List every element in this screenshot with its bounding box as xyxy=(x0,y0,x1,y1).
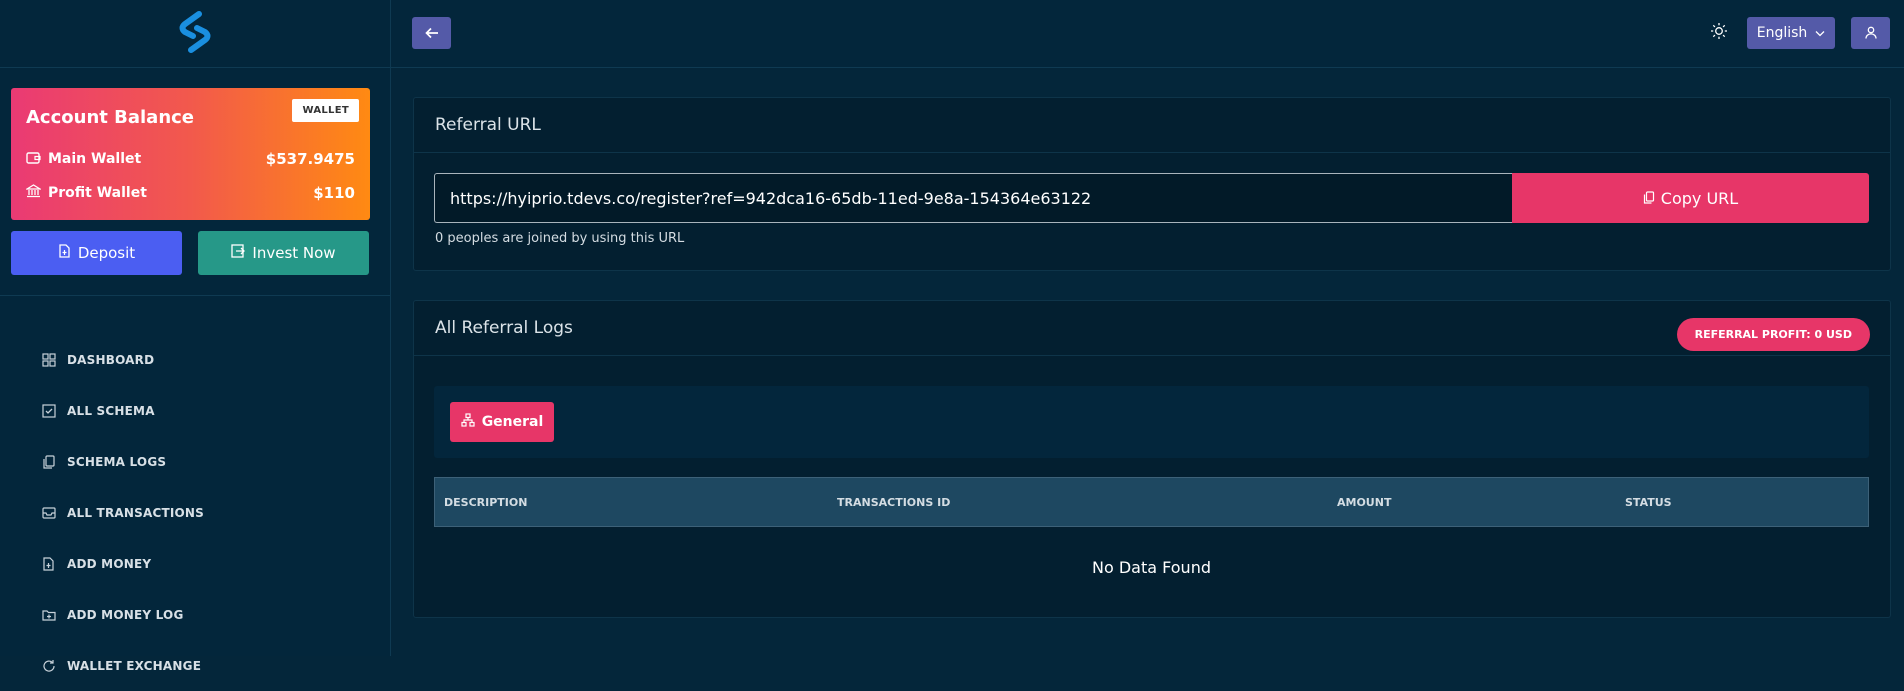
theme-toggle-sun-icon[interactable] xyxy=(1710,22,1728,44)
copy-url-button[interactable]: Copy URL xyxy=(1512,173,1869,223)
sidebar: Account Balance WALLET Main Wallet $537.… xyxy=(0,0,391,673)
sidebar-item-label: DASHBOARD xyxy=(67,352,155,367)
referral-logs-card: All Referral Logs REFERRAL PROFIT: 0 USD… xyxy=(413,300,1891,618)
wallet-badge[interactable]: WALLET xyxy=(292,99,359,122)
checkbox-icon xyxy=(40,403,58,418)
referral-joined-text: 0 peoples are joined by using this URL xyxy=(435,231,685,246)
language-select[interactable]: English xyxy=(1747,17,1835,49)
sidebar-nav: DASHBOARD ALL SCHEMA SCHEMA LOGS ALL TRA… xyxy=(40,334,204,691)
account-balance-title: Account Balance xyxy=(26,107,195,128)
sidebar-item-wallet-exchange[interactable]: WALLET EXCHANGE xyxy=(40,640,204,691)
sidebar-item-label: WALLET EXCHANGE xyxy=(67,658,202,673)
referral-url-card: Referral URL https://hyiprio.tdevs.co/re… xyxy=(413,97,1891,271)
column-transactions-id[interactable]: TRANSACTIONS ID xyxy=(837,496,950,509)
copy-icon xyxy=(1643,189,1655,208)
grid-icon xyxy=(40,352,58,367)
arrow-left-icon xyxy=(424,24,439,43)
wallet-icon xyxy=(26,151,41,168)
topbar: English xyxy=(391,0,1904,68)
user-menu-button[interactable] xyxy=(1851,17,1890,49)
sitemap-icon xyxy=(461,413,475,431)
main-wallet-value: $537.9475 xyxy=(265,150,355,168)
deposit-button[interactable]: Deposit xyxy=(11,231,182,275)
chevron-down-icon xyxy=(1815,25,1825,41)
table-header: DESCRIPTION TRANSACTIONS ID AMOUNT STATU… xyxy=(434,477,1869,527)
sidebar-item-label: ALL SCHEMA xyxy=(67,403,155,418)
sidebar-item-label: ALL TRANSACTIONS xyxy=(67,505,204,520)
copy-icon xyxy=(40,454,58,469)
brand-logo-icon[interactable] xyxy=(175,10,215,58)
invest-label: Invest Now xyxy=(252,244,336,262)
invest-now-button[interactable]: Invest Now xyxy=(198,231,369,275)
column-amount[interactable]: AMOUNT xyxy=(1337,496,1391,509)
back-button[interactable] xyxy=(412,17,451,49)
empty-state-text: No Data Found xyxy=(1092,558,1211,577)
file-icon xyxy=(58,244,71,262)
tab-general-label: General xyxy=(481,414,544,430)
folder-plus-icon xyxy=(40,608,58,622)
referral-profit-badge: REFERRAL PROFIT: 0 USD xyxy=(1676,318,1870,351)
sidebar-item-schema-logs[interactable]: SCHEMA LOGS xyxy=(40,436,204,487)
profit-wallet-row: Profit Wallet $110 xyxy=(24,184,355,202)
tab-general[interactable]: General xyxy=(450,402,554,442)
refresh-icon xyxy=(40,659,58,673)
inbox-icon xyxy=(40,506,58,520)
sidebar-item-add-money[interactable]: ADD MONEY xyxy=(40,538,204,589)
main-wallet-label: Main Wallet xyxy=(48,151,142,167)
referral-url-field[interactable]: https://hyiprio.tdevs.co/register?ref=94… xyxy=(434,173,1512,223)
column-status[interactable]: STATUS xyxy=(1625,496,1672,509)
sidebar-divider xyxy=(0,295,390,296)
profit-wallet-label: Profit Wallet xyxy=(48,185,147,201)
logo-area xyxy=(0,0,390,68)
profit-wallet-value: $110 xyxy=(313,184,355,202)
copy-url-label: Copy URL xyxy=(1660,188,1739,208)
sidebar-item-dashboard[interactable]: DASHBOARD xyxy=(40,334,204,385)
referral-logs-title: All Referral Logs xyxy=(414,301,1890,356)
account-balance-card: Account Balance WALLET Main Wallet $537.… xyxy=(11,88,370,220)
export-icon xyxy=(231,244,246,262)
referral-url-title: Referral URL xyxy=(414,98,1890,153)
bank-icon xyxy=(24,184,43,202)
column-description[interactable]: DESCRIPTION xyxy=(444,496,527,509)
main-wallet-row: Main Wallet $537.9475 xyxy=(26,150,355,168)
sidebar-item-all-transactions[interactable]: ALL TRANSACTIONS xyxy=(40,487,204,538)
deposit-label: Deposit xyxy=(77,244,136,262)
referral-url-row: https://hyiprio.tdevs.co/register?ref=94… xyxy=(434,173,1869,223)
user-icon xyxy=(1864,24,1877,43)
file-plus-icon xyxy=(40,556,58,571)
sidebar-item-add-money-log[interactable]: ADD MONEY LOG xyxy=(40,589,204,640)
language-label: English xyxy=(1756,25,1808,41)
sidebar-item-all-schema[interactable]: ALL SCHEMA xyxy=(40,385,204,436)
referral-tabs: General xyxy=(434,386,1869,458)
sidebar-item-label: ADD MONEY xyxy=(67,556,152,571)
sidebar-item-label: SCHEMA LOGS xyxy=(67,454,167,469)
sidebar-item-label: ADD MONEY LOG xyxy=(67,607,184,622)
